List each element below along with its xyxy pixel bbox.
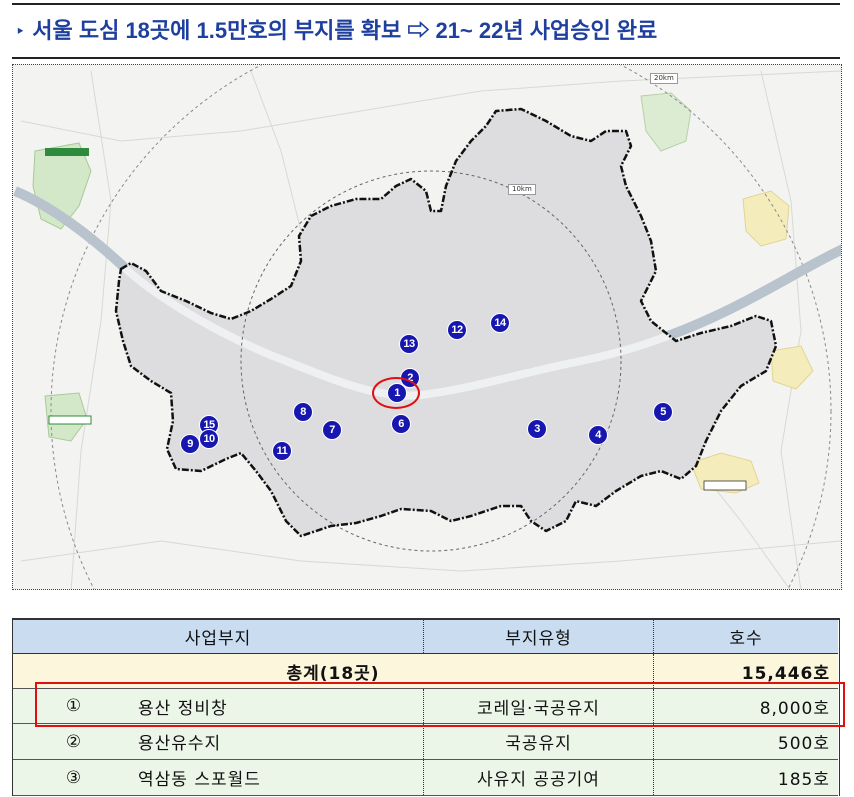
site-marker-10: 10 (199, 429, 219, 449)
column-header-type: 부지유형 (423, 620, 653, 653)
site-marker-7: 7 (322, 420, 342, 440)
column-header-site: 사업부지 (184, 629, 252, 649)
site-marker-13: 13 (399, 334, 419, 354)
site-marker-9: 9 (180, 434, 200, 454)
site-type: 사유지 공공기여 (423, 760, 653, 795)
site-marker-3: 3 (527, 419, 547, 439)
site-name: 용산유수지 (138, 734, 222, 754)
site-marker-14: 14 (490, 313, 510, 333)
marker-1-highlight-ring (372, 377, 420, 409)
site-units: 185호 (653, 760, 838, 795)
site-marker-8: 8 (293, 402, 313, 422)
site-cell: ② 용산유수지 (13, 724, 423, 759)
park-area (640, 92, 692, 152)
table-row: ③ 역삼동 스포월드 사유지 공공기여 185호 (13, 760, 838, 796)
site-type: 국공유지 (423, 724, 653, 759)
site-marker-11: 11 (272, 441, 292, 461)
row-number: ② (65, 731, 83, 752)
site-name: 역삼동 스포월드 (138, 770, 261, 790)
table-header-row: 사업부지 부지유형 호수 (13, 620, 838, 654)
urban-area (770, 345, 814, 390)
urban-area (742, 190, 790, 247)
column-header-units: 호수 (653, 620, 838, 653)
title-text: 서울 도심 18곳에 1.5만호의 부지를 확보 ⇨ 21~ 22년 사업승인 … (32, 18, 658, 43)
scale-label-20km: 20km (650, 73, 678, 84)
title-bullet-icon: ‣ (16, 23, 25, 39)
site-marker-5: 5 (653, 402, 673, 422)
row-1-highlight-box (35, 682, 845, 727)
site-marker-4: 4 (588, 425, 608, 445)
seoul-area (116, 109, 776, 536)
place-sign-icon (703, 480, 747, 491)
site-marker-6: 6 (391, 414, 411, 434)
row-number: ③ (65, 767, 83, 788)
title-bottom-rule (12, 57, 840, 59)
map-graphic (13, 65, 841, 589)
slide: ‣ 서울 도심 18곳에 1.5만호의 부지를 확보 ⇨ 21~ 22년 사업승인… (0, 0, 854, 797)
seoul-site-map: 20km 10km 2 1 13 12 14 6 7 8 11 15 10 9 … (12, 64, 842, 590)
place-sign-icon (48, 415, 92, 425)
site-units: 500호 (653, 724, 838, 759)
site-marker-12: 12 (447, 320, 467, 340)
site-cell: ③ 역삼동 스포월드 (13, 760, 423, 795)
title-top-rule (12, 3, 840, 5)
scale-label-10km: 10km (508, 184, 536, 195)
place-sign-icon (45, 148, 89, 156)
page-title: ‣ 서울 도심 18곳에 1.5만호의 부지를 확보 ⇨ 21~ 22년 사업승인… (16, 13, 657, 49)
table-row: ② 용산유수지 국공유지 500호 (13, 724, 838, 760)
